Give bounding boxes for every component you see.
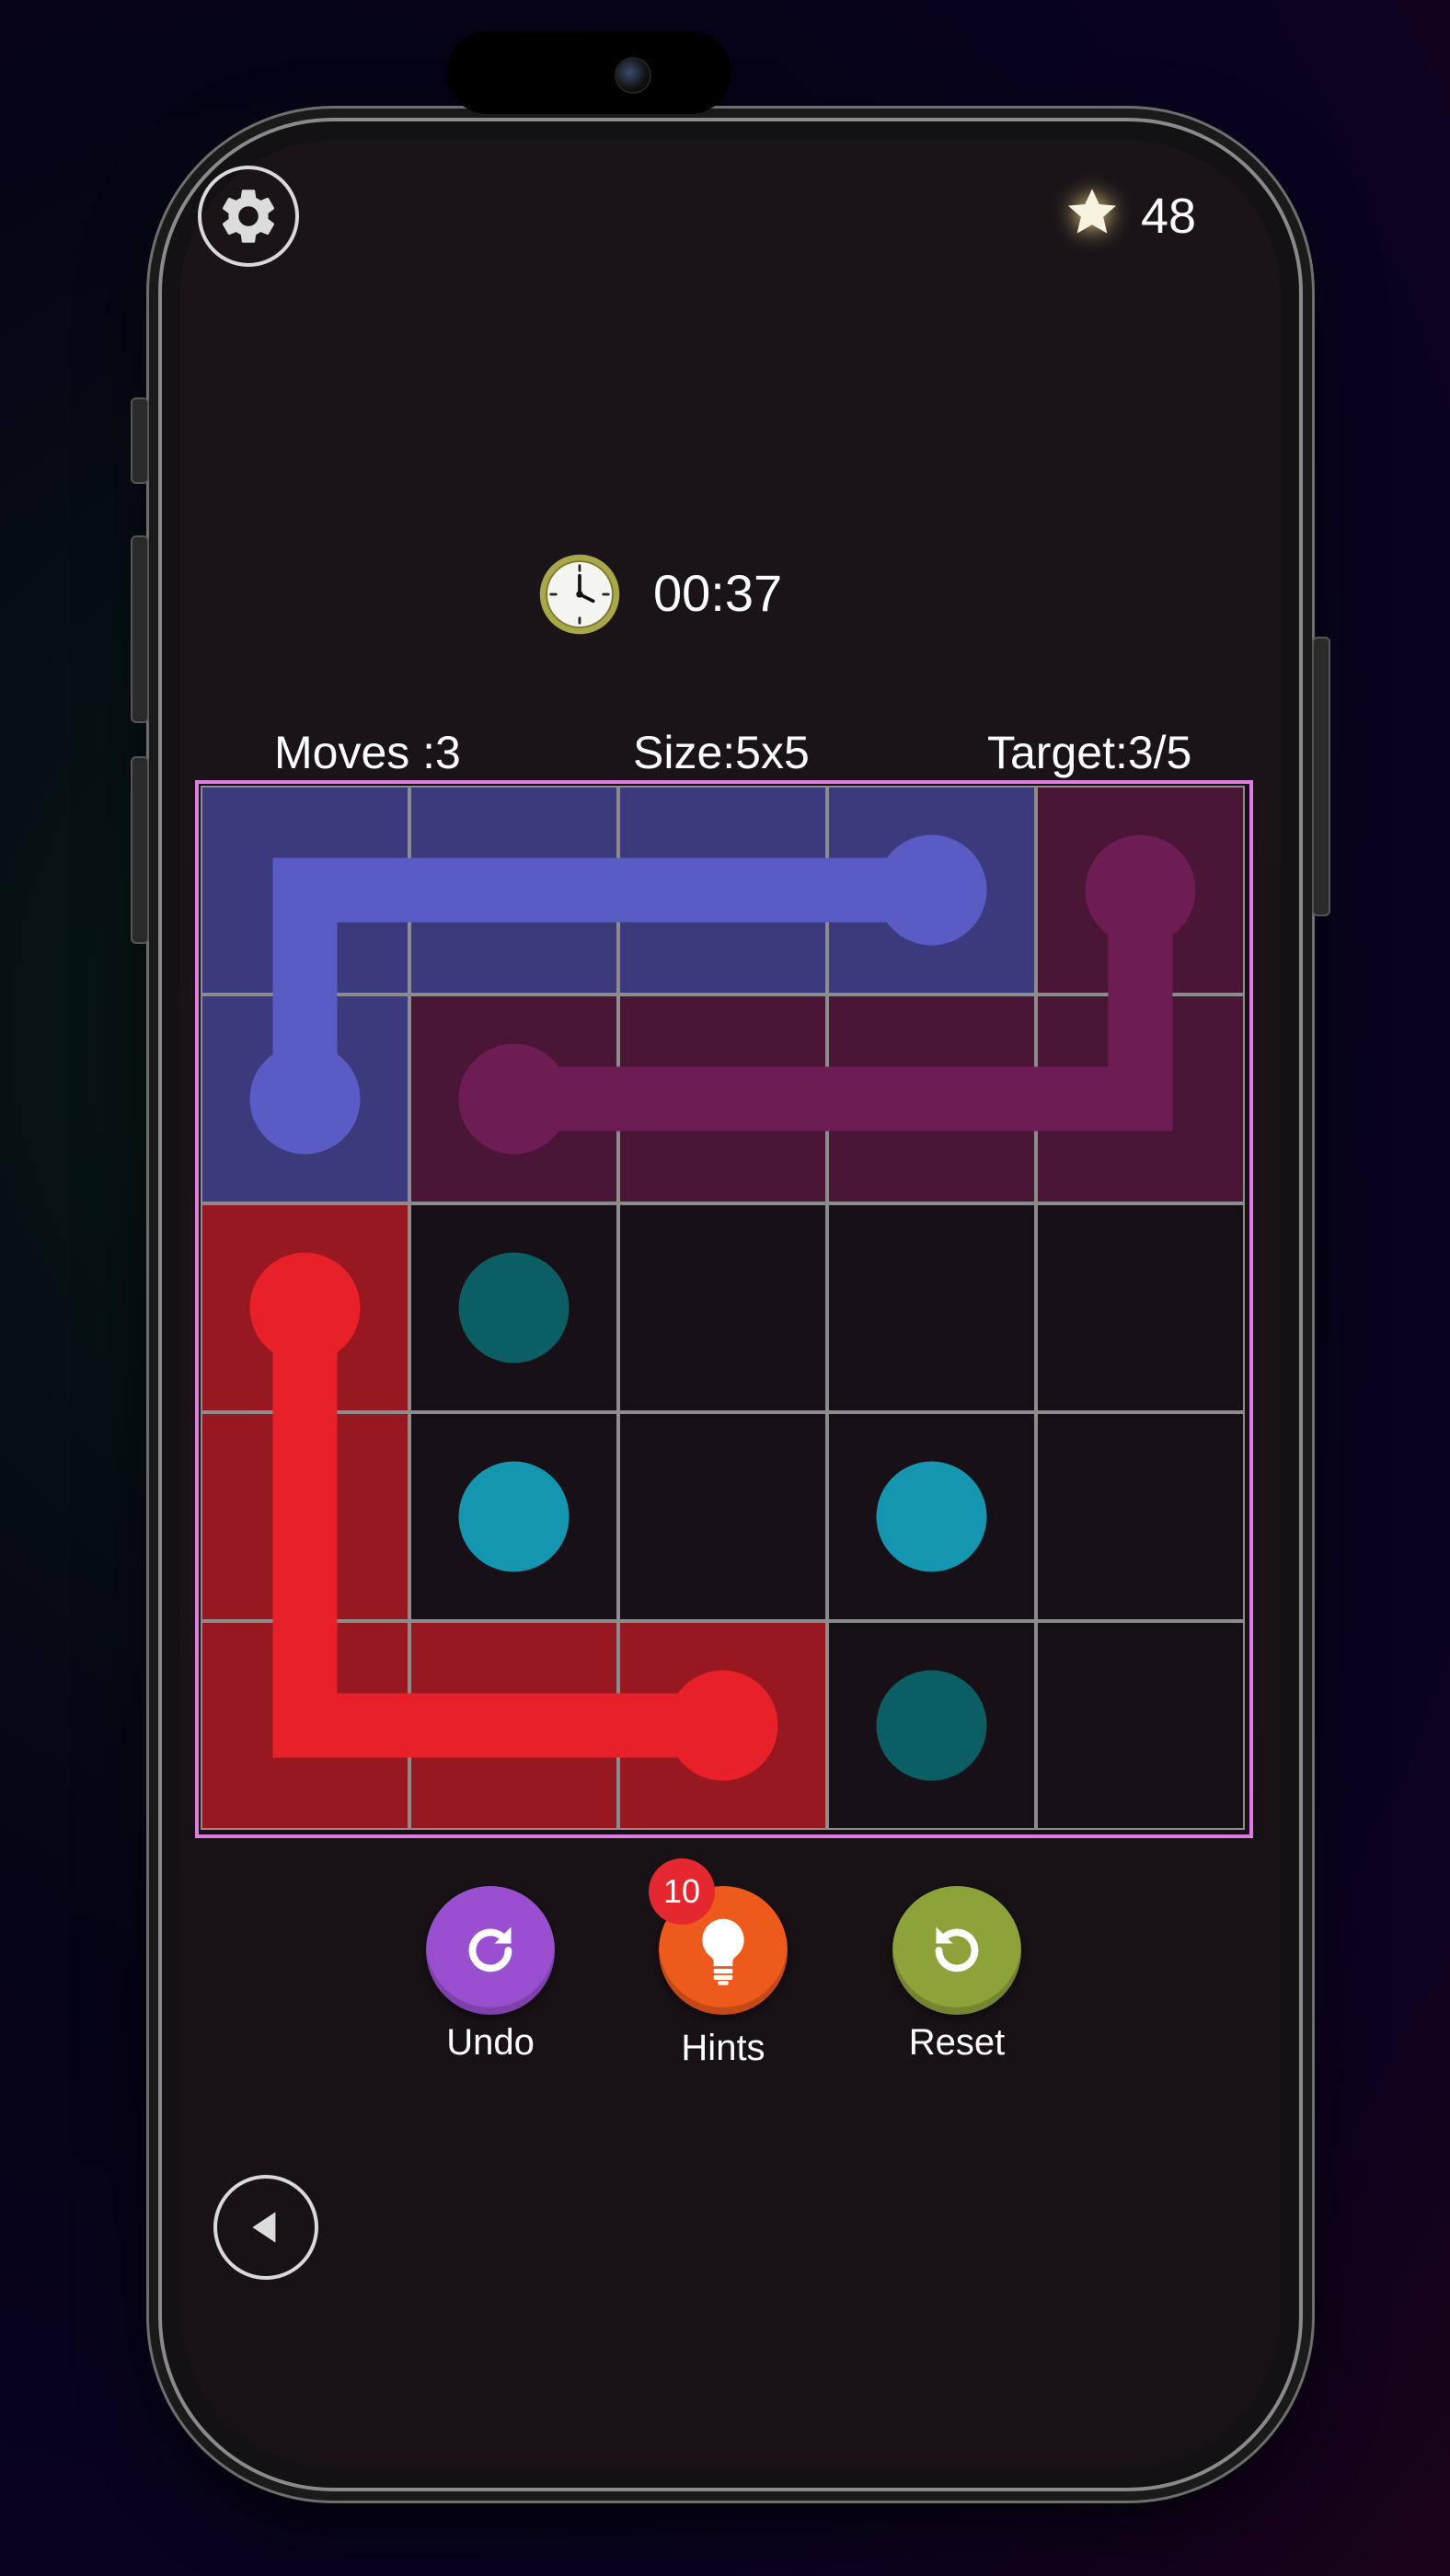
dynamic-island	[446, 31, 731, 114]
reset-label: Reset	[908, 2022, 1006, 2063]
undo-circle[interactable]	[426, 1886, 555, 2015]
star-icon	[1067, 189, 1117, 234]
light-teal-endpoint-dot[interactable]	[458, 1461, 570, 1572]
volume-down-button	[131, 756, 149, 944]
back-button[interactable]	[213, 2175, 318, 2280]
undo-label: Undo	[446, 2022, 535, 2063]
reset-circle[interactable]	[892, 1886, 1021, 2015]
red-endpoint-dot[interactable]	[249, 1252, 361, 1363]
game-board[interactable]	[195, 780, 1253, 1838]
dark-teal-endpoint-dot[interactable]	[458, 1252, 570, 1363]
light-teal-endpoint-dot[interactable]	[876, 1461, 987, 1572]
undo-button[interactable]: Undo	[408, 1886, 573, 2064]
reset-button[interactable]: Reset	[874, 1886, 1040, 2064]
timer-value: 00:37	[653, 564, 783, 622]
hints-count-badge: 10	[649, 1858, 715, 1925]
lightbulb-icon	[702, 1918, 744, 1985]
settings-button[interactable]	[198, 166, 299, 267]
board-paths-layer	[249, 834, 1196, 1781]
blue-endpoint-dot[interactable]	[249, 1043, 361, 1155]
board-size: Size:5x5	[633, 727, 810, 778]
purple-endpoint-dot[interactable]	[1085, 834, 1196, 946]
side-button	[131, 397, 149, 484]
purple-endpoint-dot[interactable]	[458, 1043, 570, 1155]
blue-endpoint-dot[interactable]	[876, 834, 987, 946]
gear-icon	[222, 190, 275, 243]
target-progress: Target:3/5	[987, 727, 1192, 778]
clock-icon	[539, 554, 620, 635]
red-endpoint-dot[interactable]	[667, 1670, 778, 1781]
power-button	[1312, 637, 1330, 916]
moves-counter: Moves :3	[274, 727, 461, 778]
hints-label: Hints	[681, 2028, 765, 2068]
back-arrow-icon	[252, 2212, 276, 2243]
reset-icon	[935, 1926, 979, 1972]
camera-icon	[615, 57, 651, 94]
undo-icon	[468, 1926, 512, 1972]
dark-teal-endpoint-dot[interactable]	[876, 1670, 987, 1781]
volume-up-button	[131, 535, 149, 723]
star-count: 48	[1141, 189, 1197, 244]
